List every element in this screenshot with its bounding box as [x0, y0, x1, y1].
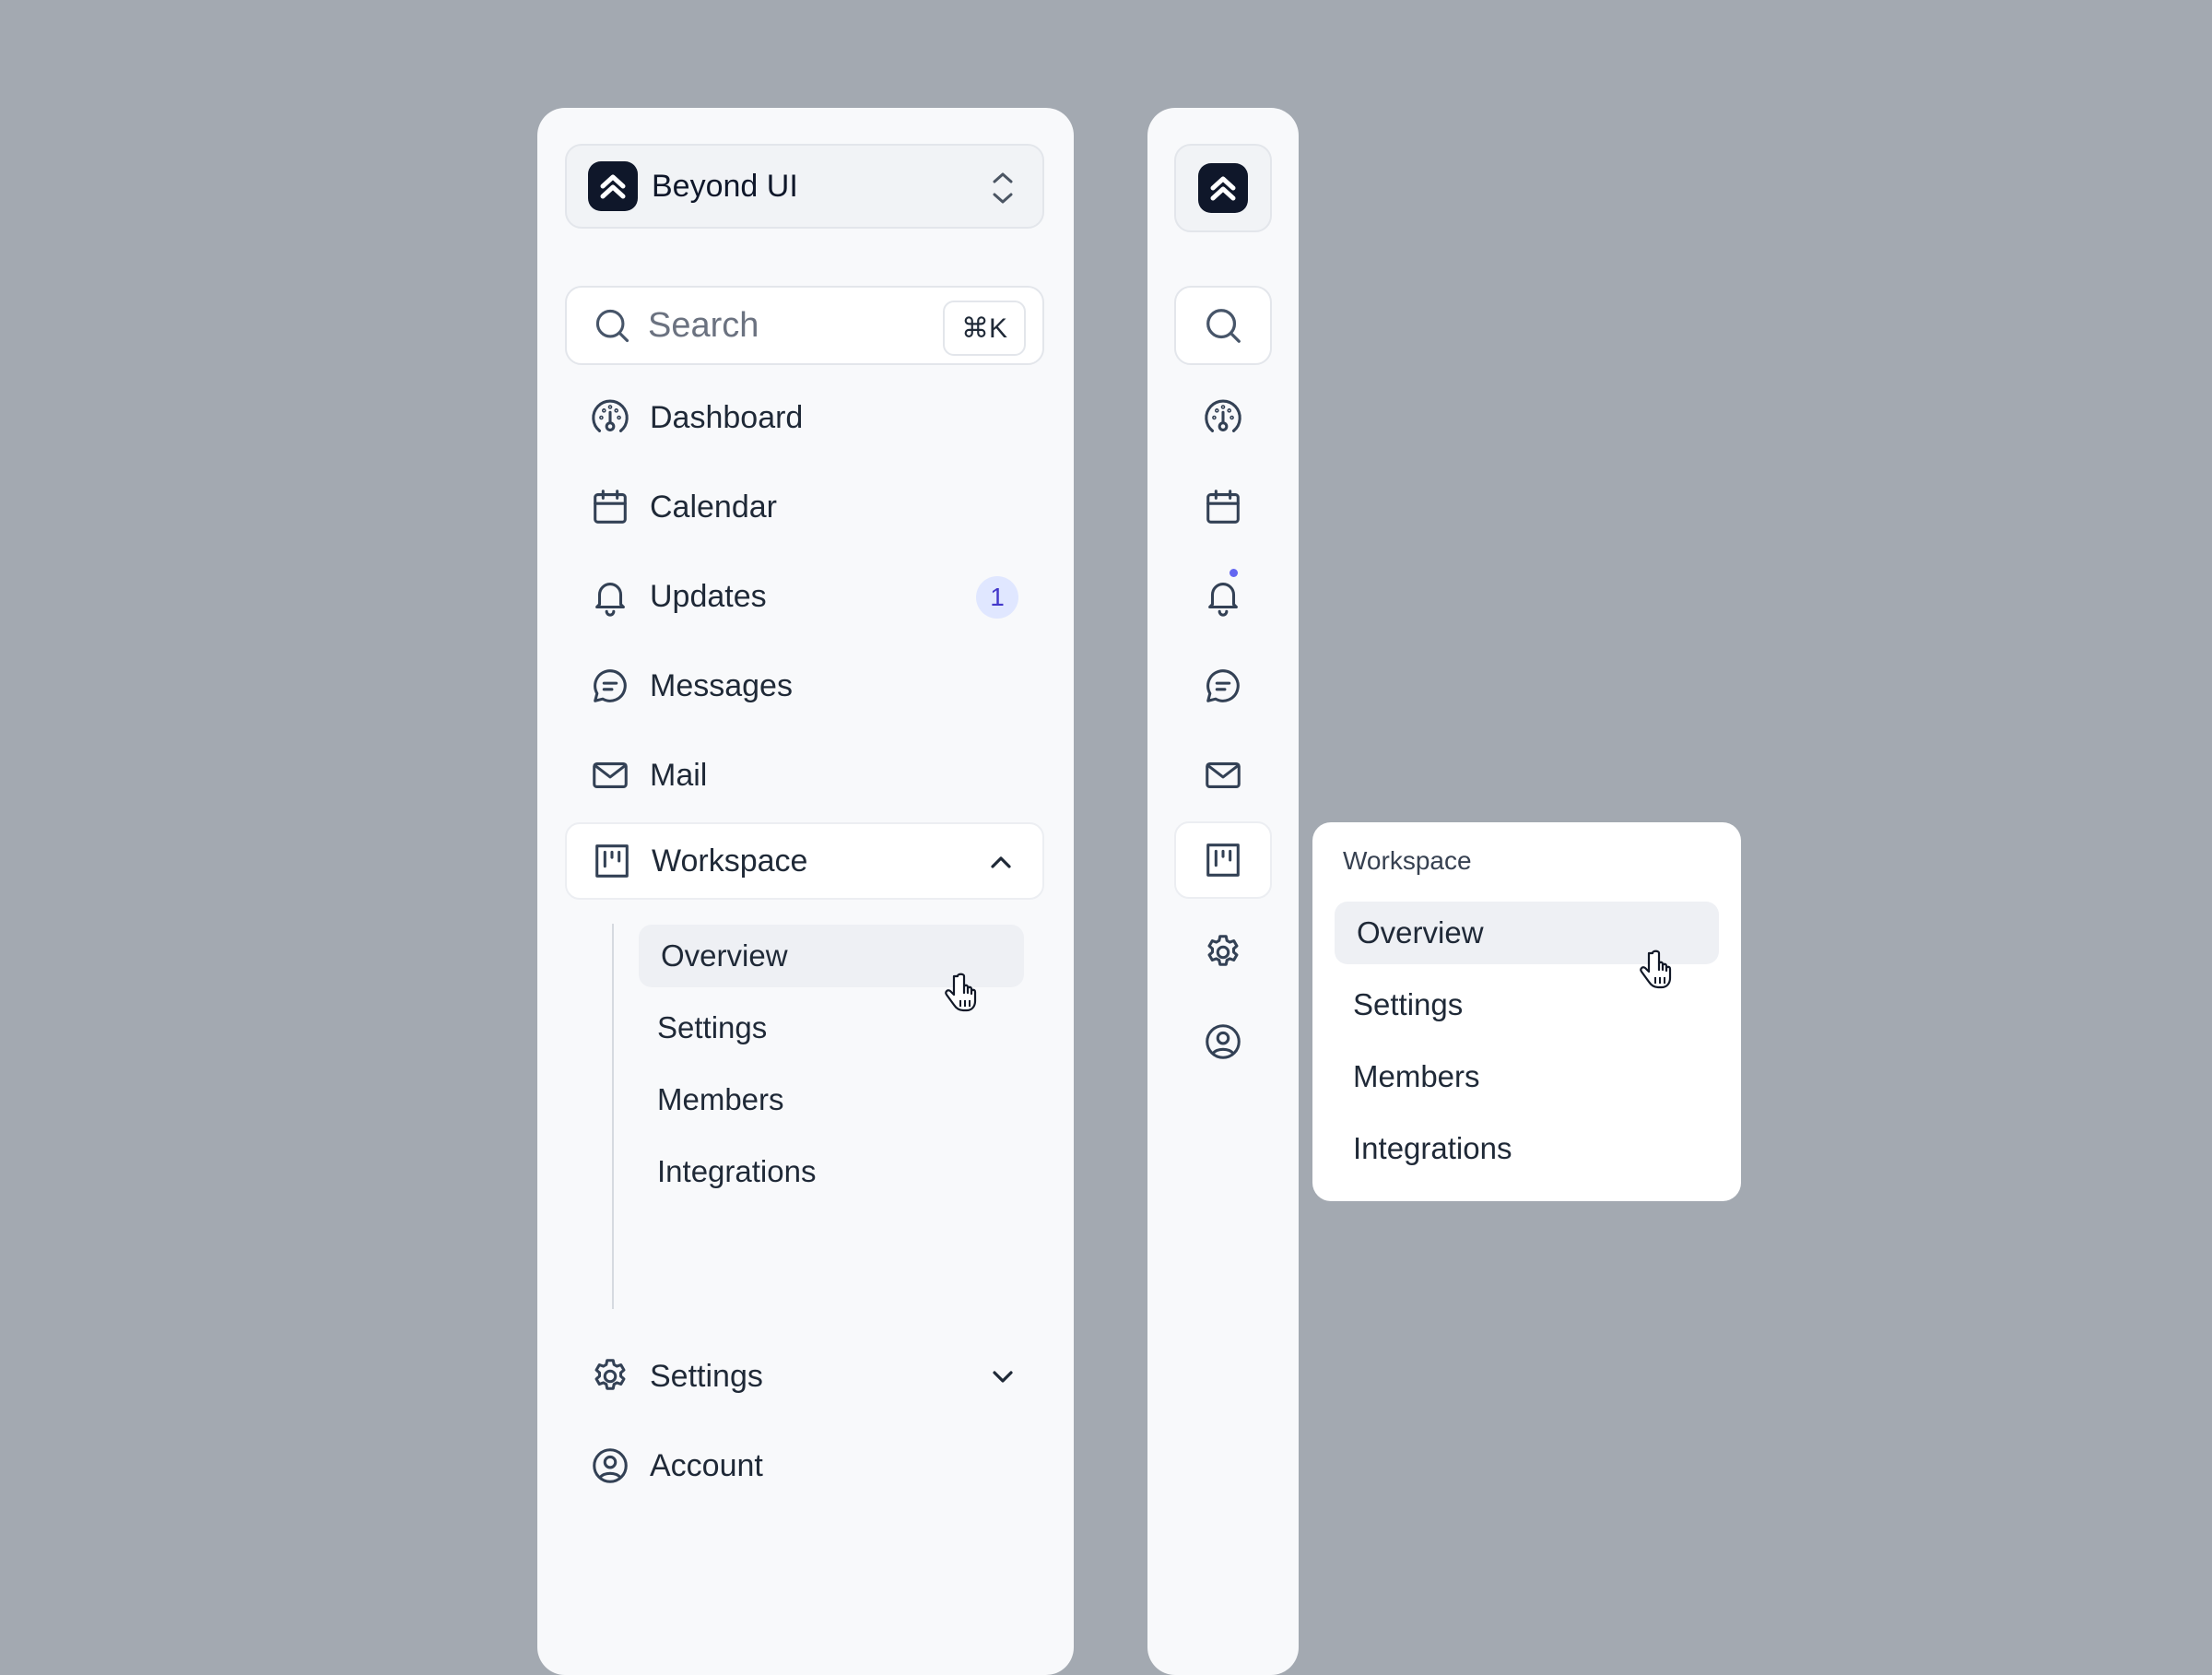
nav-item-dashboard[interactable]: Dashboard [565, 379, 1044, 456]
bell-icon [589, 575, 631, 618]
nav-label-account: Account [650, 1447, 763, 1483]
chevron-up-icon [987, 849, 1015, 877]
rail-search-button[interactable] [1174, 286, 1272, 365]
flyout-item-integrations[interactable]: Integrations [1335, 1117, 1719, 1180]
nav-label-calendar: Calendar [650, 489, 777, 525]
nav-label-settings: Settings [650, 1358, 763, 1394]
message-bubble-icon[interactable] [1202, 665, 1244, 707]
user-circle-icon[interactable] [1202, 1020, 1244, 1063]
sidebar-expanded: Beyond UI Search ⌘K Dashboard Calendar U… [537, 108, 1074, 1675]
hand-pointer-cursor-icon [1637, 950, 1674, 992]
search-icon [591, 304, 633, 347]
calendar-icon[interactable] [1202, 486, 1244, 528]
message-bubble-icon [589, 665, 631, 707]
rail-workspace-button[interactable] [1174, 821, 1272, 899]
nav-item-settings[interactable]: Settings [565, 1338, 1044, 1415]
nav-label-workspace: Workspace [652, 843, 808, 879]
nav-label-updates: Updates [650, 578, 767, 614]
team-switcher[interactable]: Beyond UI [565, 144, 1044, 229]
nav-item-updates[interactable]: Updates 1 [565, 558, 1044, 635]
calendar-icon [589, 486, 631, 528]
submenu-item-members[interactable]: Members [639, 1068, 1024, 1131]
updates-count-badge: 1 [976, 576, 1018, 619]
sidebar-collapsed [1147, 108, 1299, 1675]
rail-team-switcher[interactable] [1174, 144, 1272, 232]
team-name: Beyond UI [652, 168, 798, 204]
workspace-kanban-icon [1202, 839, 1244, 881]
search-input[interactable]: Search ⌘K [565, 286, 1044, 365]
chevron-down-icon [989, 1362, 1017, 1390]
search-shortcut-kbd: ⌘K [942, 301, 1026, 356]
submenu-tree-line [612, 924, 614, 1309]
flyout-item-members[interactable]: Members [1335, 1045, 1719, 1108]
bell-icon[interactable] [1202, 575, 1244, 618]
search-placeholder: Search [648, 305, 759, 345]
flyout-title: Workspace [1343, 846, 1472, 875]
submenu-item-integrations[interactable]: Integrations [639, 1140, 1024, 1203]
nav-label-dashboard: Dashboard [650, 399, 804, 435]
workspace-kanban-icon [591, 840, 633, 882]
hand-pointer-cursor-icon [942, 973, 979, 1015]
nav-item-workspace[interactable]: Workspace [565, 822, 1044, 900]
notification-dot [1230, 569, 1238, 577]
nav-item-calendar[interactable]: Calendar [565, 468, 1044, 546]
beyond-ui-logo-icon [588, 161, 638, 211]
search-icon [1202, 304, 1244, 347]
dashboard-gauge-icon[interactable] [1202, 396, 1244, 439]
nav-item-account[interactable]: Account [565, 1427, 1044, 1504]
nav-item-messages[interactable]: Messages [565, 647, 1044, 725]
mail-icon[interactable] [1202, 754, 1244, 796]
gear-icon[interactable] [1202, 931, 1244, 973]
chevron-up-down-icon [989, 170, 1017, 206]
user-circle-icon [589, 1445, 631, 1487]
dashboard-gauge-icon [589, 396, 631, 439]
nav-label-mail: Mail [650, 757, 708, 793]
workspace-flyout-menu: Workspace Overview Settings Members Inte… [1312, 822, 1741, 1201]
nav-item-mail[interactable]: Mail [565, 737, 1044, 814]
mail-icon [589, 754, 631, 796]
nav-label-messages: Messages [650, 667, 793, 703]
beyond-ui-logo-icon [1198, 163, 1248, 213]
gear-icon [589, 1355, 631, 1398]
